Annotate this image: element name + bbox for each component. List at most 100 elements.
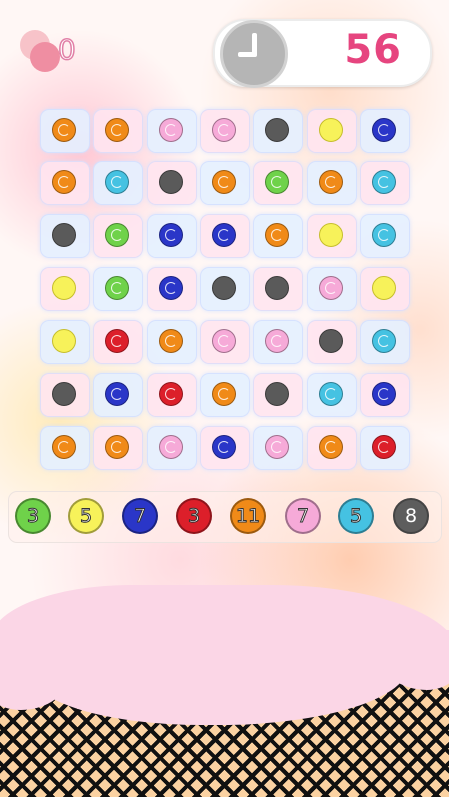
candy-orange[interactable] xyxy=(319,170,343,194)
board-cell[interactable] xyxy=(200,426,250,470)
candy-pink[interactable] xyxy=(265,435,289,459)
board-cell[interactable] xyxy=(253,320,303,364)
board-cell[interactable] xyxy=(93,161,143,205)
candy-orange[interactable] xyxy=(159,329,183,353)
board-cell[interactable] xyxy=(360,161,410,205)
candy-blue[interactable] xyxy=(372,382,396,406)
candy-blue[interactable] xyxy=(159,223,183,247)
candy-orange[interactable] xyxy=(52,435,76,459)
candy-pink[interactable] xyxy=(159,435,183,459)
board-cell[interactable] xyxy=(93,373,143,417)
candy-blue[interactable] xyxy=(105,382,129,406)
candy-cyan[interactable] xyxy=(372,223,396,247)
candy-green[interactable] xyxy=(265,170,289,194)
board-cell[interactable] xyxy=(93,426,143,470)
board-cell[interactable] xyxy=(147,320,197,364)
candy-yellow[interactable] xyxy=(319,223,343,247)
candy-pink[interactable] xyxy=(212,118,236,142)
board-cell[interactable] xyxy=(360,267,410,311)
board-cell[interactable] xyxy=(40,109,90,153)
board-cell[interactable] xyxy=(40,161,90,205)
board-cell[interactable] xyxy=(147,426,197,470)
board-cell[interactable] xyxy=(307,267,357,311)
candy-yellow[interactable] xyxy=(372,276,396,300)
board-cell[interactable] xyxy=(200,320,250,364)
board-cell[interactable] xyxy=(360,214,410,258)
candy-pink[interactable] xyxy=(159,118,183,142)
candy-black[interactable] xyxy=(319,329,343,353)
board-cell[interactable] xyxy=(40,214,90,258)
board-cell[interactable] xyxy=(147,161,197,205)
timer-value: 56 xyxy=(344,27,402,73)
board-cell[interactable] xyxy=(40,426,90,470)
candy-orange[interactable] xyxy=(212,382,236,406)
candy-orange[interactable] xyxy=(105,118,129,142)
candy-black[interactable] xyxy=(52,382,76,406)
candy-yellow[interactable] xyxy=(319,118,343,142)
candy-orange[interactable] xyxy=(265,223,289,247)
board-cell[interactable] xyxy=(360,109,410,153)
board-cell[interactable] xyxy=(200,214,250,258)
board-cell[interactable] xyxy=(200,161,250,205)
timer-panel: 56 xyxy=(213,19,432,88)
candy-orange[interactable] xyxy=(212,170,236,194)
board-cell[interactable] xyxy=(307,109,357,153)
board-cell[interactable] xyxy=(147,267,197,311)
board-cell[interactable] xyxy=(307,214,357,258)
board-cell[interactable] xyxy=(253,426,303,470)
board-cell[interactable] xyxy=(307,161,357,205)
candy-black[interactable] xyxy=(265,382,289,406)
board-cell[interactable] xyxy=(307,426,357,470)
board-cell[interactable] xyxy=(200,267,250,311)
board-cell[interactable] xyxy=(253,214,303,258)
board-cell[interactable] xyxy=(147,109,197,153)
board-cell[interactable] xyxy=(253,267,303,311)
candy-green[interactable] xyxy=(105,223,129,247)
board-cell[interactable] xyxy=(360,373,410,417)
board-cell[interactable] xyxy=(200,373,250,417)
candy-orange[interactable] xyxy=(319,435,343,459)
board-cell[interactable] xyxy=(253,161,303,205)
candy-green[interactable] xyxy=(105,276,129,300)
board-cell[interactable] xyxy=(360,320,410,364)
board-cell[interactable] xyxy=(93,267,143,311)
board-cell[interactable] xyxy=(200,109,250,153)
candy-red[interactable] xyxy=(105,329,129,353)
board-cell[interactable] xyxy=(147,214,197,258)
candy-pink[interactable] xyxy=(212,329,236,353)
candy-blue[interactable] xyxy=(212,223,236,247)
board-cell[interactable] xyxy=(93,320,143,364)
candy-yellow[interactable] xyxy=(52,329,76,353)
candy-black[interactable] xyxy=(159,170,183,194)
candy-black[interactable] xyxy=(212,276,236,300)
candy-yellow[interactable] xyxy=(52,276,76,300)
candy-blue[interactable] xyxy=(372,118,396,142)
candy-cyan[interactable] xyxy=(372,329,396,353)
board-cell[interactable] xyxy=(40,373,90,417)
board-cell[interactable] xyxy=(307,320,357,364)
board-cell[interactable] xyxy=(253,109,303,153)
candy-orange[interactable] xyxy=(105,435,129,459)
candy-black[interactable] xyxy=(265,118,289,142)
candy-pink[interactable] xyxy=(265,329,289,353)
candy-cyan[interactable] xyxy=(319,382,343,406)
board-cell[interactable] xyxy=(40,267,90,311)
candy-cyan[interactable] xyxy=(372,170,396,194)
candy-black[interactable] xyxy=(52,223,76,247)
candy-red[interactable] xyxy=(372,435,396,459)
candy-orange[interactable] xyxy=(52,118,76,142)
candy-black[interactable] xyxy=(265,276,289,300)
candy-red[interactable] xyxy=(159,382,183,406)
board-cell[interactable] xyxy=(40,320,90,364)
board-cell[interactable] xyxy=(93,214,143,258)
board-cell[interactable] xyxy=(147,373,197,417)
candy-pink[interactable] xyxy=(319,276,343,300)
board-cell[interactable] xyxy=(93,109,143,153)
candy-blue[interactable] xyxy=(159,276,183,300)
board-cell[interactable] xyxy=(307,373,357,417)
board-cell[interactable] xyxy=(253,373,303,417)
candy-orange[interactable] xyxy=(52,170,76,194)
board-cell[interactable] xyxy=(360,426,410,470)
candy-blue[interactable] xyxy=(212,435,236,459)
candy-cyan[interactable] xyxy=(105,170,129,194)
